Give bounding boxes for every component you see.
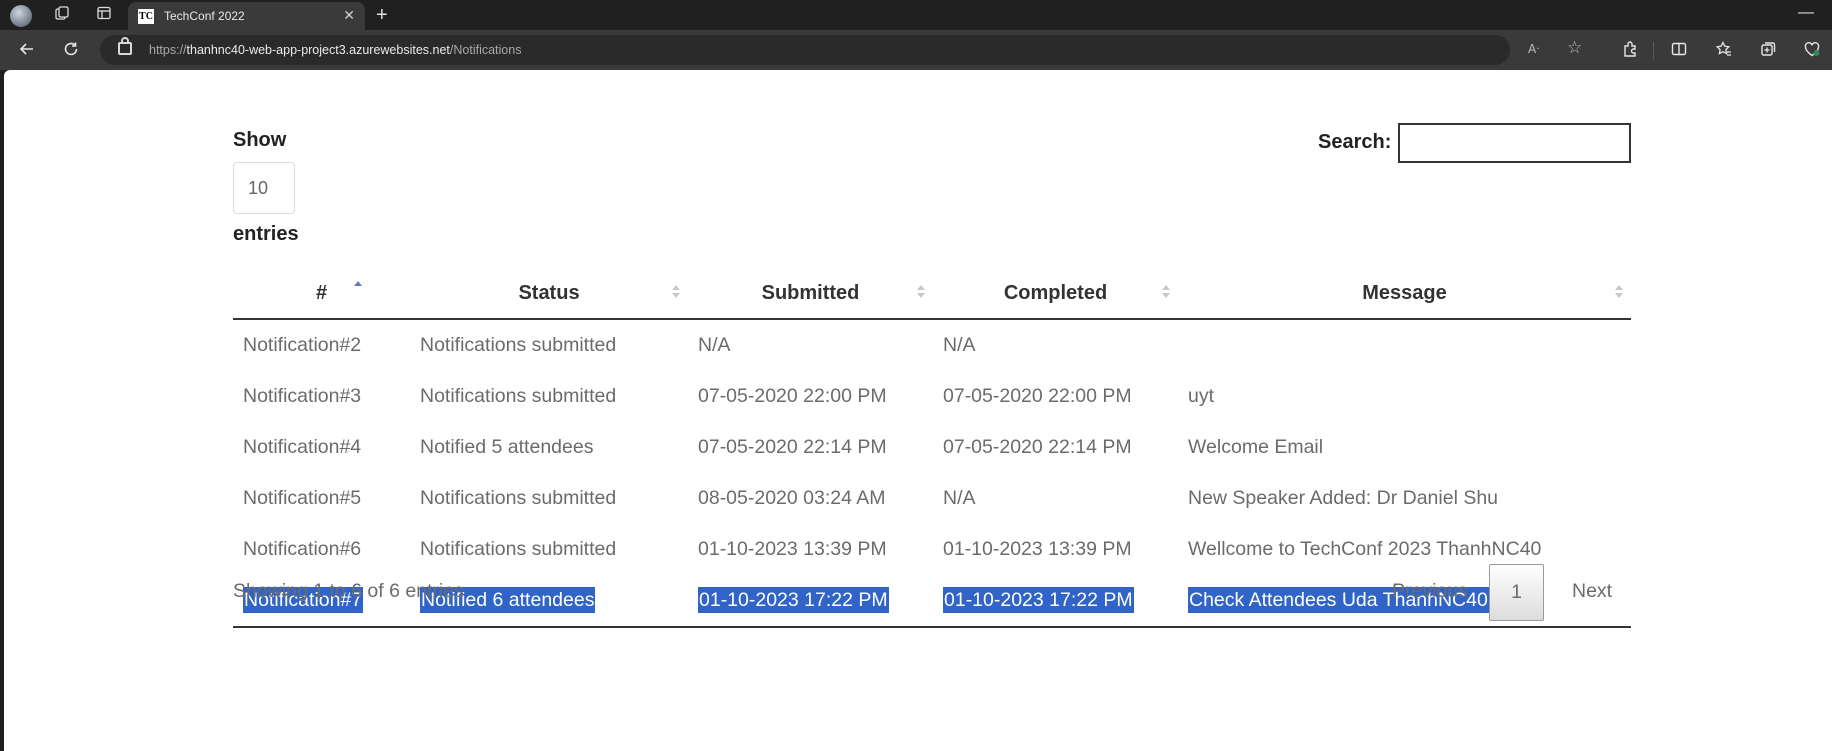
search-input[interactable] [1398, 123, 1631, 163]
cell-submitted: 07-05-2020 22:14 PM [698, 436, 887, 458]
column-header-number[interactable]: # [233, 268, 410, 320]
page-1-button[interactable]: 1 [1489, 564, 1544, 621]
tab-actions-icon[interactable] [94, 5, 114, 25]
column-header-completed[interactable]: Completed [933, 268, 1178, 320]
tab-techconf[interactable]: TC TechConf 2022 ✕ [128, 2, 365, 30]
table-row[interactable]: Notification#4 Notified 5 attendees 07-0… [233, 422, 1631, 473]
lock-icon[interactable] [118, 37, 132, 55]
address-bar[interactable]: https://thanhnc40-web-app-project3.azure… [100, 35, 1582, 65]
favorites-icon[interactable] [1713, 40, 1735, 62]
browser-tab-bar: TC TechConf 2022 ✕ + — [0, 0, 1832, 30]
table-row[interactable]: Notification#6 Notifications submitted 0… [233, 524, 1631, 575]
next-page-button[interactable]: Next [1572, 580, 1612, 603]
cell-number: Notification#4 [243, 436, 362, 458]
sort-icon [1615, 285, 1623, 299]
refresh-icon[interactable] [60, 40, 82, 62]
cell-submitted: 01-10-2023 13:39 PM [698, 538, 887, 560]
cell-number: Notification#6 [243, 538, 362, 560]
column-header-status[interactable]: Status [410, 268, 688, 320]
column-header-submitted[interactable]: Submitted [688, 268, 933, 320]
techconf-favicon-icon: TC [138, 9, 154, 24]
table-header-row: # Status Submitted Completed Message [233, 268, 1631, 320]
cell-completed: 01-10-2023 13:39 PM [943, 538, 1132, 560]
profile-avatar[interactable] [10, 5, 32, 27]
sort-icon [1162, 285, 1170, 299]
entries-label: entries [233, 223, 299, 245]
cell-number: Notification#3 [243, 385, 362, 407]
cell-number: Notification#5 [243, 487, 362, 509]
table-row[interactable]: Notification#2 Notifications submitted N… [233, 319, 1631, 371]
back-arrow-icon[interactable] [16, 40, 38, 62]
selected-text: 01-10-2023 17:22 PM [698, 587, 889, 613]
cell-message: New Speaker Added: Dr Daniel Shu [1188, 487, 1499, 509]
cell-message: Wellcome to TechConf 2023 ThanhNC40 [1188, 538, 1542, 560]
table-row[interactable]: Notification#5 Notifications submitted 0… [233, 473, 1631, 524]
cell-submitted: 08-05-2020 03:24 AM [698, 487, 886, 509]
minimize-icon[interactable]: — [1798, 4, 1814, 22]
cell-message: Welcome Email [1188, 436, 1324, 458]
cell-completed: 01-10-2023 17:22 PM [933, 575, 1178, 628]
favorite-star-icon[interactable]: ☆ [1567, 38, 1582, 58]
web-page: Show 10 entries Search: # Status Submitt… [4, 70, 1832, 751]
collections-icon[interactable] [1757, 40, 1779, 62]
show-label: Show [233, 129, 287, 151]
table-row[interactable]: Notification#3 Notifications submitted 0… [233, 371, 1631, 422]
cell-status: Notified 5 attendees [420, 436, 594, 458]
cell-submitted: 01-10-2023 17:22 PM [688, 575, 933, 628]
notifications-table: # Status Submitted Completed Message Not… [233, 268, 1631, 628]
browser-essentials-icon[interactable] [1801, 40, 1823, 62]
search-label: Search: [1318, 131, 1392, 153]
cell-status: Notifications submitted [420, 385, 617, 407]
cell-message: uyt [1188, 385, 1215, 407]
close-icon[interactable]: ✕ [343, 7, 355, 24]
page-length-select[interactable]: 10 [233, 162, 295, 214]
split-screen-icon[interactable] [1668, 40, 1690, 62]
tab-title: TechConf 2022 [164, 9, 245, 23]
cell-submitted: 07-05-2020 22:00 PM [698, 385, 887, 407]
url-text[interactable]: https://thanhnc40-web-app-project3.azure… [149, 43, 521, 57]
cell-completed: N/A [943, 487, 976, 509]
sort-icon [917, 285, 925, 299]
cell-status: Notifications submitted [420, 538, 617, 560]
table-info: Showing 1 to 6 of 6 entries [233, 580, 464, 602]
cell-completed: N/A [943, 334, 976, 356]
cell-completed: 07-05-2020 22:00 PM [943, 385, 1132, 407]
sort-icon [672, 285, 680, 299]
cell-completed: 07-05-2020 22:14 PM [943, 436, 1132, 458]
previous-page-button[interactable]: Previous [1392, 580, 1468, 603]
cell-message [1178, 319, 1631, 371]
new-tab-icon[interactable]: + [376, 3, 388, 27]
workspaces-icon[interactable] [52, 5, 72, 25]
cell-status: Notifications submitted [420, 334, 617, 356]
cell-number: Notification#2 [243, 334, 362, 356]
toolbar-divider [1653, 42, 1654, 60]
cell-submitted: N/A [698, 334, 731, 356]
cell-status: Notifications submitted [420, 487, 617, 509]
sort-ascending-icon [354, 281, 362, 295]
extensions-icon[interactable] [1619, 40, 1641, 62]
column-header-message[interactable]: Message [1178, 268, 1631, 320]
browser-toolbar: https://thanhnc40-web-app-project3.azure… [0, 30, 1832, 70]
read-aloud-icon[interactable]: Aᐧ [1528, 42, 1539, 56]
selected-text: 01-10-2023 17:22 PM [943, 587, 1134, 613]
